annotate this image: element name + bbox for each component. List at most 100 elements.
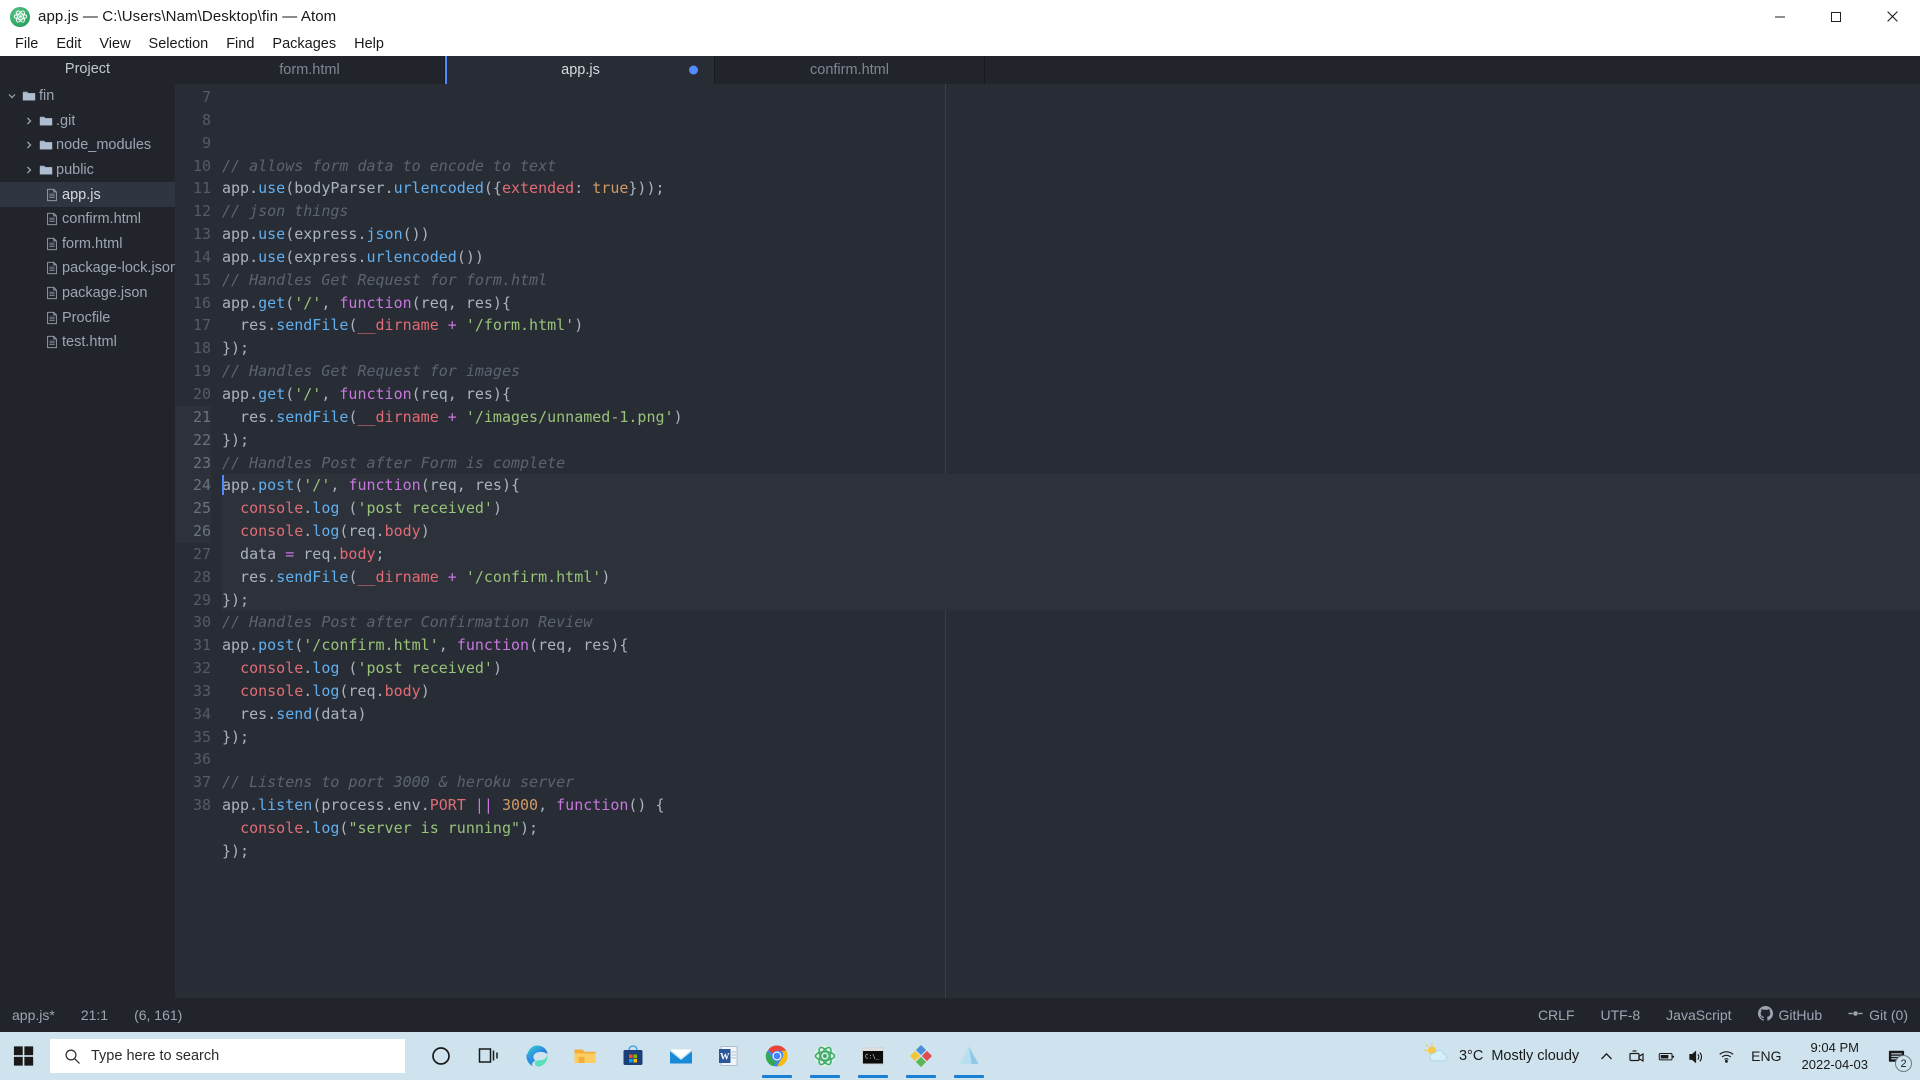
clock[interactable]: 9:04 PM 2022-04-03	[1792, 1039, 1879, 1073]
notification-icon[interactable]: 2	[1878, 1032, 1914, 1080]
tree-item-public[interactable]: public	[0, 158, 175, 183]
code-line[interactable]: });	[222, 588, 1920, 612]
code-line[interactable]: res.sendFile(__dirname + '/images/unname…	[222, 406, 1920, 429]
menu-item-edit[interactable]: Edit	[47, 33, 90, 56]
maximize-button[interactable]	[1808, 0, 1864, 33]
weather-widget[interactable]: 3°C Mostly cloudy	[1411, 1043, 1591, 1069]
menu-item-selection[interactable]: Selection	[140, 33, 218, 56]
status-grammar[interactable]: JavaScript	[1666, 1007, 1731, 1023]
code-line[interactable]: });	[222, 429, 1920, 452]
status-github[interactable]: GitHub	[1757, 1006, 1822, 1024]
code-line[interactable]: });	[222, 726, 1920, 749]
wifi-icon[interactable]	[1711, 1032, 1741, 1080]
code-line[interactable]: app.post('/', function(req, res){	[222, 474, 1920, 498]
battery-icon[interactable]	[1651, 1032, 1681, 1080]
file-explorer-icon[interactable]	[561, 1032, 609, 1080]
status-line-ending[interactable]: CRLF	[1538, 1007, 1575, 1023]
chevron-right-icon[interactable]	[22, 166, 36, 174]
code-line[interactable]: console.log ('post received')	[222, 497, 1920, 521]
code-line[interactable]: console.log(req.body)	[222, 680, 1920, 703]
menu-item-find[interactable]: Find	[217, 33, 263, 56]
tree-item-package-json[interactable]: package.json	[0, 281, 175, 306]
store-icon[interactable]	[609, 1032, 657, 1080]
tab-form-html[interactable]: form.html	[175, 56, 445, 84]
close-button[interactable]	[1864, 0, 1920, 33]
windows-start-icon[interactable]	[0, 1032, 48, 1080]
code-token: // json things	[222, 202, 349, 221]
taskbar-search-box[interactable]: Type here to search	[50, 1039, 405, 1073]
meet-now-icon[interactable]	[1621, 1032, 1651, 1080]
volume-icon[interactable]	[1681, 1032, 1711, 1080]
menu-item-help[interactable]: Help	[345, 33, 393, 56]
code-line[interactable]: data = req.body;	[222, 542, 1920, 566]
code-line[interactable]: console.log(req.body)	[222, 520, 1920, 543]
tree-item-fin[interactable]: fin	[0, 84, 175, 109]
code-token: ,	[330, 476, 349, 495]
code-line[interactable]: // Handles Post after Confirmation Revie…	[222, 611, 1920, 634]
tree-item--git[interactable]: .git	[0, 109, 175, 134]
visual-studio-icon[interactable]	[897, 1032, 945, 1080]
edge-icon[interactable]	[513, 1032, 561, 1080]
chevron-down-icon[interactable]	[5, 92, 19, 100]
code-line[interactable]: // Handles Get Request for images	[222, 360, 1920, 383]
code-line[interactable]: res.sendFile(__dirname + '/confirm.html'…	[222, 565, 1920, 589]
menu-item-packages[interactable]: Packages	[263, 33, 345, 56]
weather-temperature: 3°C	[1458, 1048, 1484, 1064]
chrome-icon[interactable]	[753, 1032, 801, 1080]
status-selection-count: (6, 161)	[134, 1007, 183, 1023]
tree-item-test-html[interactable]: test.html	[0, 330, 175, 355]
code-line[interactable]: });	[222, 337, 1920, 360]
unsaved-indicator-icon[interactable]	[689, 65, 698, 75]
code-token: post	[258, 476, 295, 495]
chevron-up-icon[interactable]	[1591, 1032, 1621, 1080]
language-indicator[interactable]: ENG	[1741, 1048, 1791, 1064]
task-view-icon[interactable]	[465, 1032, 513, 1080]
chevron-right-icon[interactable]	[22, 117, 36, 125]
tab-confirm-html[interactable]: confirm.html	[715, 56, 985, 84]
status-file-name[interactable]: app.js*	[12, 1007, 55, 1023]
code-line[interactable]: app.use(express.urlencoded())	[222, 246, 1920, 269]
code-line[interactable]: // Handles Get Request for form.html	[222, 269, 1920, 292]
code-line[interactable]	[222, 748, 1920, 771]
mail-icon[interactable]	[657, 1032, 705, 1080]
status-git[interactable]: Git (0)	[1848, 1006, 1908, 1024]
code-line[interactable]: res.sendFile(__dirname + '/form.html')	[222, 314, 1920, 337]
code-line[interactable]: // allows form data to encode to text	[222, 155, 1920, 178]
tab-app-js[interactable]: app.js	[445, 56, 715, 84]
code-content[interactable]: // allows form data to encode to text app…	[222, 84, 1920, 998]
heroku-icon[interactable]	[945, 1032, 993, 1080]
code-line[interactable]: console.log ('post received')	[222, 657, 1920, 680]
menu-item-file[interactable]: File	[6, 33, 47, 56]
word-icon[interactable]: W	[705, 1032, 753, 1080]
chevron-right-icon[interactable]	[22, 141, 36, 149]
menu-item-view[interactable]: View	[90, 33, 139, 56]
code-line[interactable]: res.send(data)	[222, 703, 1920, 726]
tree-item-form-html[interactable]: form.html	[0, 232, 175, 257]
tree-item-app-js[interactable]: app.js	[0, 182, 175, 207]
tree-item-node-modules[interactable]: node_modules	[0, 133, 175, 158]
code-line[interactable]	[222, 863, 1920, 886]
code-line[interactable]: // json things	[222, 200, 1920, 223]
code-line[interactable]: console.log("server is running");	[222, 817, 1920, 840]
status-encoding[interactable]: UTF-8	[1601, 1007, 1641, 1023]
line-number: 23	[175, 451, 211, 475]
cortana-icon[interactable]	[417, 1032, 465, 1080]
code-line[interactable]: // Listens to port 3000 & heroku server	[222, 771, 1920, 794]
code-line[interactable]: app.get('/', function(req, res){	[222, 383, 1920, 406]
code-line[interactable]: // Handles Post after Form is complete	[222, 452, 1920, 475]
tree-item-package-lock-json[interactable]: package-lock.json	[0, 256, 175, 281]
code-line[interactable]: app.get('/', function(req, res){	[222, 292, 1920, 315]
code-line[interactable]: app.use(bodyParser.urlencoded({extended:…	[222, 177, 1920, 200]
code-editor[interactable]: 7 8 9 10 11 12 13 14 15 16 17 18 19 20 21 22 23 24 25 26 27 2…	[175, 84, 1920, 998]
code-line[interactable]: app.listen(process.env.PORT || 3000, fun…	[222, 794, 1920, 817]
tree-item-procfile[interactable]: Procfile	[0, 305, 175, 330]
terminal-icon[interactable]: C:\_	[849, 1032, 897, 1080]
tree-item-confirm-html[interactable]: confirm.html	[0, 207, 175, 232]
code-line[interactable]: app.post('/confirm.html', function(req, …	[222, 634, 1920, 657]
code-token: }));	[628, 179, 665, 198]
atom-icon[interactable]	[801, 1032, 849, 1080]
code-line[interactable]: app.use(express.json())	[222, 223, 1920, 246]
minimize-button[interactable]	[1752, 0, 1808, 33]
code-line[interactable]: });	[222, 840, 1920, 863]
status-cursor-position[interactable]: 21:1	[81, 1007, 108, 1023]
